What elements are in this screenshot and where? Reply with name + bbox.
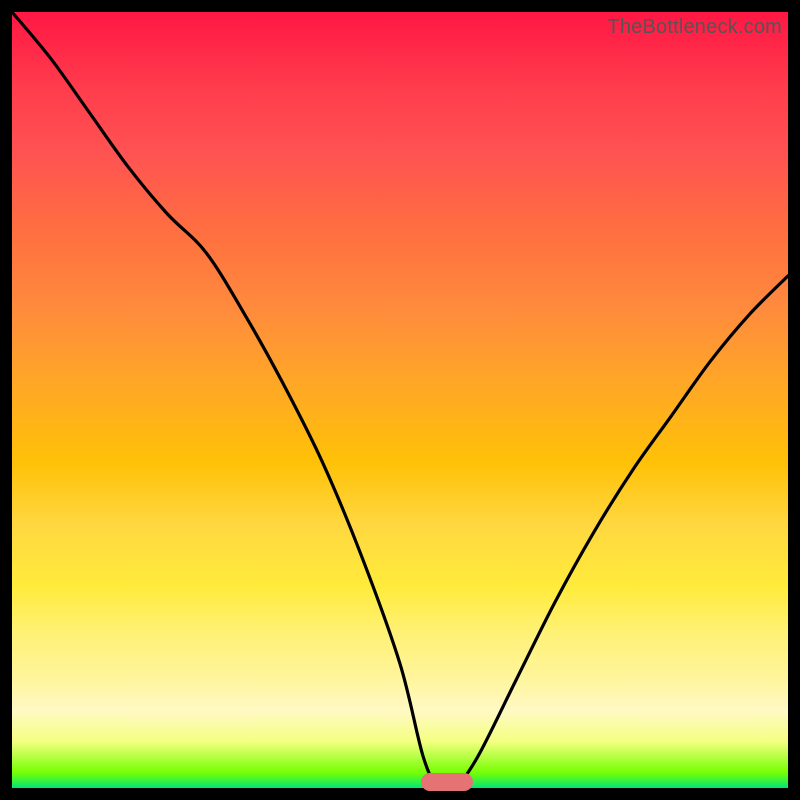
bottleneck-curve <box>12 12 788 788</box>
optimal-point-marker <box>421 773 473 791</box>
watermark-text: TheBottleneck.com <box>607 16 782 39</box>
